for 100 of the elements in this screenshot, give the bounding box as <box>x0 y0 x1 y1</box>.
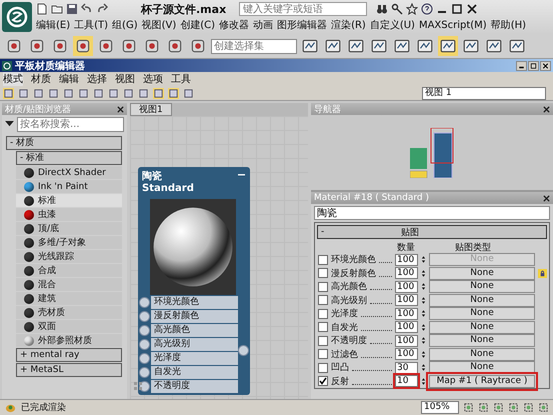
spinner-icon[interactable] <box>421 309 426 318</box>
spinner-icon[interactable] <box>421 350 426 359</box>
map-button[interactable]: Map #1 ( Raytrace ) <box>429 374 535 388</box>
category-header[interactable]: - 材质 <box>6 136 122 150</box>
spinner-icon[interactable] <box>421 268 426 278</box>
star-icon[interactable] <box>406 3 418 15</box>
material-node[interactable]: 陶瓷 Standard 环境光颜色 漫反射颜色 高光颜色 高光级别 光泽度 自发光 不透明度 <box>138 167 250 395</box>
input-slot[interactable]: 自发光 <box>151 366 238 379</box>
material-item[interactable]: 顶/底 <box>16 222 122 235</box>
amount-field[interactable]: 100 <box>395 280 418 293</box>
new-file-icon[interactable] <box>36 3 48 15</box>
close-icon[interactable] <box>466 3 478 15</box>
output-socket-icon[interactable] <box>238 345 249 356</box>
maximize-button[interactable] <box>528 60 539 70</box>
material-item[interactable]: 壳材质 <box>16 306 122 319</box>
material-name-field[interactable]: 陶瓷 <box>314 206 550 220</box>
map-button[interactable]: None <box>429 294 535 307</box>
checkbox[interactable] <box>318 282 328 292</box>
checkbox[interactable] <box>318 362 328 373</box>
render-teapot-icon[interactable] <box>4 402 17 413</box>
open-folder-icon[interactable] <box>51 3 63 15</box>
amount-field[interactable]: 10 <box>395 375 418 388</box>
menu-item[interactable]: 模式 <box>3 72 23 86</box>
checkbox[interactable] <box>318 268 328 278</box>
minimize-button[interactable] <box>516 60 527 70</box>
material-item[interactable]: DirectX Shader <box>16 166 122 179</box>
close-icon[interactable] <box>117 106 124 112</box>
material-item[interactable]: 双面 <box>16 320 122 333</box>
material-item[interactable]: 多维/子对象 <box>16 236 122 249</box>
menu-item[interactable]: 材质 <box>31 72 51 86</box>
menu-item[interactable]: 创建(C) <box>180 18 216 32</box>
input-slot[interactable]: 高光级别 <box>151 338 238 351</box>
category-header[interactable]: + MetaSL <box>16 363 122 377</box>
spinner-icon[interactable] <box>421 296 426 305</box>
menu-item[interactable]: 帮助(H) <box>490 18 526 32</box>
socket-icon[interactable] <box>139 353 150 364</box>
collapse-toggle[interactable]: - <box>321 227 341 237</box>
menu-item[interactable]: 工具 <box>171 72 191 86</box>
spinner-icon[interactable] <box>421 282 426 292</box>
checkbox[interactable] <box>318 376 328 386</box>
input-slot[interactable]: 环境光颜色 <box>151 296 238 309</box>
close-icon[interactable] <box>543 106 550 112</box>
search-field[interactable]: 按名称搜索... <box>17 117 124 132</box>
spinner-icon[interactable] <box>421 336 426 346</box>
search-field[interactable]: 键入关键字或短语 <box>239 2 368 16</box>
undo-icon[interactable] <box>81 3 93 15</box>
amount-field[interactable]: 100 <box>395 267 418 280</box>
menu-item[interactable]: 编辑 <box>59 72 79 86</box>
amount-field[interactable]: 100 <box>395 321 418 334</box>
close-icon[interactable] <box>543 194 550 202</box>
checkbox[interactable] <box>318 349 328 360</box>
menu-item[interactable]: 自定义(U) <box>370 18 415 32</box>
map-button[interactable]: None <box>429 307 535 320</box>
map-button[interactable]: None <box>429 334 535 348</box>
map-button[interactable]: None <box>429 320 535 334</box>
binoculars-icon[interactable] <box>376 3 388 15</box>
menu-item[interactable]: 动画 <box>253 18 274 32</box>
menu-item[interactable]: 修改器 <box>219 18 250 32</box>
amount-field[interactable]: 100 <box>395 294 418 306</box>
spinner-icon[interactable] <box>421 255 426 264</box>
menu-item[interactable]: 选项 <box>143 72 163 86</box>
material-item[interactable]: 混合 <box>16 278 122 291</box>
category-header[interactable]: + mental ray <box>16 348 122 362</box>
checkbox[interactable] <box>318 308 328 319</box>
menu-item[interactable]: 组(G) <box>112 18 138 32</box>
checkbox[interactable] <box>318 295 328 306</box>
menu-item[interactable]: 渲染(R) <box>331 18 366 32</box>
amount-field[interactable]: 100 <box>395 334 418 347</box>
socket-icon[interactable] <box>139 297 150 308</box>
checkbox[interactable] <box>318 322 328 332</box>
menu-item[interactable]: 编辑(E) <box>36 18 70 32</box>
menu-item[interactable]: 视图 <box>115 72 135 86</box>
maximize-icon[interactable] <box>451 3 464 15</box>
material-item[interactable]: 建筑 <box>16 292 122 305</box>
menu-item[interactable]: 工具(T) <box>74 18 108 32</box>
input-slot[interactable]: 高光颜色 <box>151 324 238 337</box>
key-icon[interactable] <box>391 3 404 15</box>
menu-item[interactable]: MAXScript(M) <box>418 20 487 30</box>
category-header[interactable]: - 标准 <box>16 151 122 165</box>
amount-field[interactable]: 100 <box>395 348 418 360</box>
view-tab[interactable]: 视图1 <box>130 103 172 116</box>
material-item[interactable]: 合成 <box>16 264 122 277</box>
menu-item[interactable]: 视图(V) <box>142 18 176 32</box>
lock-icon[interactable] <box>538 268 547 278</box>
collapse-icon[interactable] <box>238 173 245 177</box>
rollout-header[interactable]: - 贴图 <box>317 225 547 239</box>
material-item[interactable]: 光线跟踪 <box>16 250 122 263</box>
map-button[interactable]: None <box>429 280 535 294</box>
map-button[interactable]: None <box>429 266 535 280</box>
input-slot[interactable]: 光泽度 <box>151 352 238 365</box>
redo-icon[interactable] <box>96 3 108 15</box>
map-button[interactable]: None <box>429 348 535 361</box>
socket-icon[interactable] <box>139 311 150 322</box>
socket-icon[interactable] <box>139 339 150 350</box>
options-triangle-icon[interactable] <box>5 121 14 128</box>
material-item[interactable]: 标准 <box>16 194 122 207</box>
spinner-icon[interactable] <box>421 322 426 332</box>
spinner-icon[interactable] <box>421 363 426 372</box>
socket-icon[interactable] <box>139 325 150 336</box>
selection-set-dropdown[interactable]: 创建选择集 <box>211 38 297 54</box>
